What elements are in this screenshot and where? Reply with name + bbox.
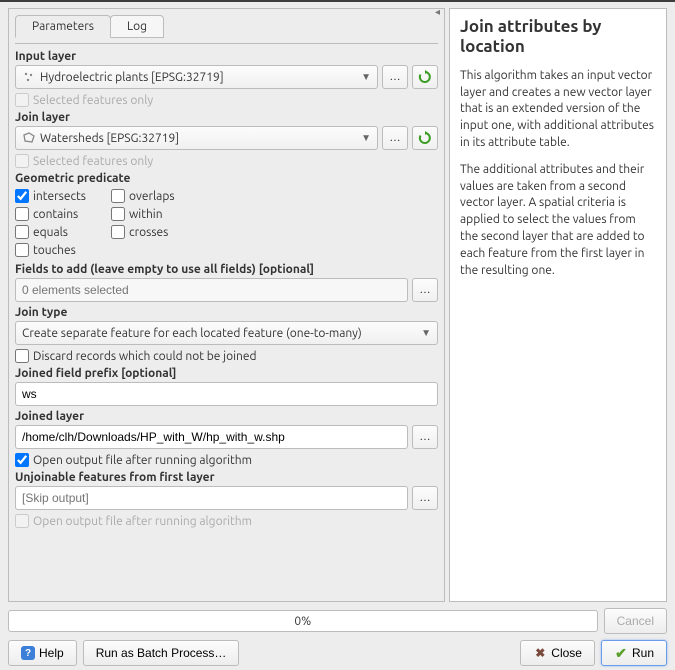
predicate-crosses[interactable]: crosses bbox=[111, 225, 191, 239]
chevron-down-icon: ▼ bbox=[421, 327, 431, 339]
bottom-bar: 0% Cancel ? Help Run as Batch Process… ✖… bbox=[0, 604, 675, 670]
unjoinable-browse-button[interactable]: … bbox=[412, 486, 438, 510]
input-layer-combo[interactable]: Hydroelectric plants [EPSG:32719] ▼ bbox=[15, 65, 378, 89]
progress-bar: 0% bbox=[8, 610, 598, 632]
fields-to-add-label: Fields to add (leave empty to use all fi… bbox=[15, 263, 438, 276]
joined-layer-input[interactable] bbox=[15, 425, 408, 449]
join-selected-only: Selected features only bbox=[15, 154, 438, 168]
point-layer-icon bbox=[22, 70, 36, 84]
predicate-equals[interactable]: equals bbox=[15, 225, 95, 239]
fields-to-add-browse-button[interactable]: … bbox=[412, 278, 438, 302]
progress-text: 0% bbox=[294, 615, 311, 628]
input-layer-browse-button[interactable]: … bbox=[382, 65, 408, 89]
open-output-unjoinable: Open output file after running algorithm bbox=[15, 514, 438, 528]
join-layer-iterate-button[interactable] bbox=[412, 126, 438, 150]
run-button[interactable]: ✔ Run bbox=[601, 640, 667, 666]
run-batch-button[interactable]: Run as Batch Process… bbox=[83, 640, 240, 666]
chevron-down-icon: ▼ bbox=[361, 71, 371, 83]
cancel-button: Cancel bbox=[604, 608, 667, 634]
tabbar: Parameters Log bbox=[15, 15, 438, 38]
join-layer-browse-button[interactable]: … bbox=[382, 126, 408, 150]
input-layer-value: Hydroelectric plants [EPSG:32719] bbox=[40, 71, 361, 84]
predicate-overlaps[interactable]: overlaps bbox=[111, 189, 191, 203]
input-layer-iterate-button[interactable] bbox=[412, 65, 438, 89]
tab-log[interactable]: Log bbox=[110, 15, 164, 38]
discard-unjoined[interactable]: Discard records which could not be joine… bbox=[15, 349, 438, 363]
input-layer-label: Input layer bbox=[15, 50, 438, 63]
close-icon: ✖ bbox=[533, 646, 547, 660]
prefix-input[interactable] bbox=[15, 382, 438, 406]
check-icon: ✔ bbox=[614, 646, 628, 660]
join-type-combo[interactable]: Create separate feature for each located… bbox=[15, 321, 438, 345]
help-title: Join attributes by location bbox=[460, 17, 656, 58]
unjoinable-input[interactable] bbox=[15, 486, 408, 510]
open-output-joined[interactable]: Open output file after running algorithm bbox=[15, 453, 438, 467]
input-selected-only: Selected features only bbox=[15, 93, 438, 107]
close-button[interactable]: ✖ Close bbox=[520, 640, 595, 666]
predicate-label: Geometric predicate bbox=[15, 172, 438, 185]
help-icon: ? bbox=[21, 646, 35, 660]
predicate-group: intersects overlaps contains within equa… bbox=[15, 187, 438, 259]
polygon-layer-icon bbox=[22, 131, 36, 145]
help-panel: Join attributes by location This algorit… bbox=[449, 8, 667, 602]
predicate-touches[interactable]: touches bbox=[15, 243, 95, 257]
parameters-panel: Parameters Log Input layer Hydroelectric… bbox=[8, 8, 445, 602]
joined-layer-label: Joined layer bbox=[15, 410, 438, 423]
predicate-intersects[interactable]: intersects bbox=[15, 189, 95, 203]
join-type-value: Create separate feature for each located… bbox=[22, 327, 421, 340]
join-layer-combo[interactable]: Watersheds [EPSG:32719] ▼ bbox=[15, 126, 378, 150]
unjoinable-label: Unjoinable features from first layer bbox=[15, 471, 438, 484]
help-button[interactable]: ? Help bbox=[8, 640, 77, 666]
join-type-label: Join type bbox=[15, 306, 438, 319]
chevron-down-icon: ▼ bbox=[361, 132, 371, 144]
join-layer-label: Join layer bbox=[15, 111, 438, 124]
joined-layer-browse-button[interactable]: … bbox=[412, 425, 438, 449]
collapse-help-icon[interactable]: ◂ bbox=[435, 6, 443, 14]
help-paragraph: This algorithm takes an input vector lay… bbox=[460, 68, 656, 152]
reload-icon bbox=[418, 131, 432, 145]
reload-icon bbox=[418, 70, 432, 84]
fields-to-add-input[interactable] bbox=[15, 278, 408, 302]
prefix-label: Joined field prefix [optional] bbox=[15, 367, 438, 380]
join-layer-value: Watersheds [EPSG:32719] bbox=[40, 132, 361, 145]
predicate-within[interactable]: within bbox=[111, 207, 191, 221]
help-paragraph: The additional attributes and their valu… bbox=[460, 162, 656, 280]
predicate-contains[interactable]: contains bbox=[15, 207, 95, 221]
tab-parameters[interactable]: Parameters bbox=[15, 15, 111, 38]
